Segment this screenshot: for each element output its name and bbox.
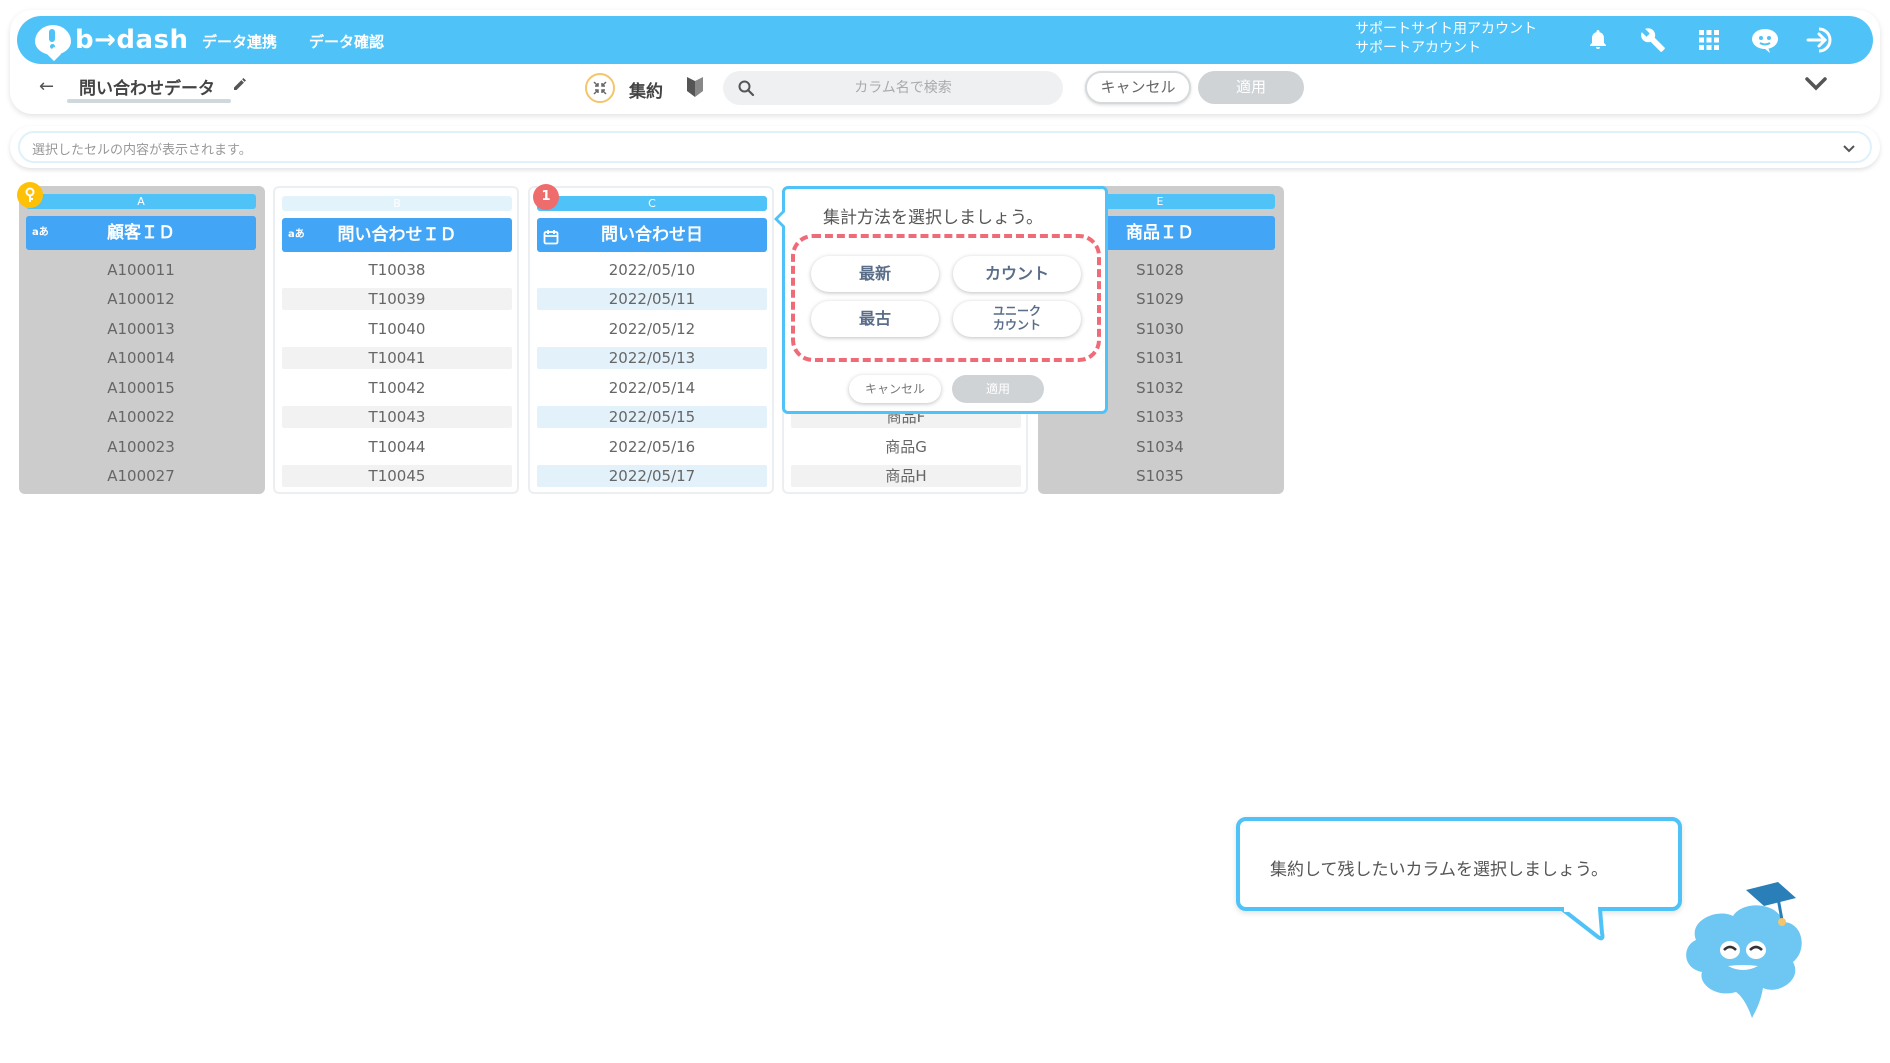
table-cell[interactable]: T10039 bbox=[282, 288, 512, 310]
step-number-badge: 1 bbox=[533, 184, 559, 210]
column-header-label: 商品ＩＤ bbox=[1126, 223, 1194, 243]
column-header-label: 問い合わせＩＤ bbox=[337, 225, 457, 245]
logo-bubble-icon bbox=[35, 25, 71, 55]
table-cell[interactable]: 2022/05/16 bbox=[537, 436, 767, 458]
table-cell[interactable]: 2022/05/10 bbox=[537, 259, 767, 281]
logout-icon[interactable] bbox=[1805, 24, 1837, 56]
column-header[interactable]: 問い合わせ日 bbox=[537, 218, 767, 252]
table-cell[interactable]: A100022 bbox=[26, 406, 256, 428]
pencil-icon[interactable] bbox=[232, 76, 248, 96]
table-cell[interactable]: A100011 bbox=[26, 259, 256, 281]
table-cell[interactable]: 2022/05/15 bbox=[537, 406, 767, 428]
title-underline bbox=[67, 99, 231, 103]
table-cell[interactable]: A100012 bbox=[26, 288, 256, 310]
table-cell[interactable]: 商品H bbox=[791, 465, 1021, 487]
option-latest-button[interactable]: 最新 bbox=[811, 256, 939, 292]
app-root: b→dash データ連携 データ確認 サポートサイト用アカウント サポートアカウ… bbox=[0, 0, 1890, 1063]
highlight-dashed-box: 最新 カウント 最古 ユニーク カウント bbox=[791, 234, 1101, 362]
table-cell[interactable]: T10042 bbox=[282, 377, 512, 399]
popup-cancel-button[interactable]: キャンセル bbox=[849, 375, 941, 403]
column-letter: A bbox=[26, 194, 256, 209]
search-icon bbox=[737, 79, 755, 101]
column-header-label: 問い合わせ日 bbox=[601, 225, 703, 245]
column-search-box[interactable] bbox=[723, 71, 1063, 105]
column-c[interactable]: C 1 問い合わせ日 2022/05/10 2022/05/11 2022/05… bbox=[528, 184, 774, 494]
toolbar: ← 問い合わせデータ 集約 キャンセル 適用 bbox=[17, 68, 1873, 108]
key-icon bbox=[17, 182, 43, 208]
toolbar-apply-button[interactable]: 適用 bbox=[1198, 71, 1304, 104]
option-unique-count-button[interactable]: ユニーク カウント bbox=[953, 301, 1081, 337]
toolbar-cancel-button[interactable]: キャンセル bbox=[1085, 71, 1191, 104]
mascot-icon bbox=[1686, 882, 1802, 1018]
column-letter: C bbox=[537, 196, 767, 211]
option-oldest-button[interactable]: 最古 bbox=[811, 301, 939, 337]
chevron-down-icon[interactable] bbox=[1803, 74, 1829, 98]
tooltip-tail bbox=[1560, 907, 1605, 941]
popup-title: 集計方法を選択しましょう。 bbox=[823, 208, 1043, 228]
account-info[interactable]: サポートサイト用アカウント サポートアカウント bbox=[1355, 20, 1537, 58]
column-search-input[interactable] bbox=[763, 71, 1043, 105]
table-cell[interactable]: 2022/05/17 bbox=[537, 465, 767, 487]
account-line-1: サポートサイト用アカウント bbox=[1355, 21, 1537, 37]
nav-data-integration[interactable]: データ連携 bbox=[202, 31, 277, 52]
guide-tooltip: 集約して残したいカラムを選択しましょう。 bbox=[1236, 817, 1682, 911]
table-cell[interactable]: T10041 bbox=[282, 347, 512, 369]
table-cell[interactable]: A100013 bbox=[26, 318, 256, 340]
table-cell[interactable]: A100027 bbox=[26, 465, 256, 487]
beginner-mark-icon[interactable] bbox=[685, 75, 705, 103]
table-cell[interactable]: A100023 bbox=[26, 436, 256, 458]
cell-content-field[interactable]: 選択したセルの内容が表示されます。 bbox=[18, 131, 1872, 163]
table-cell[interactable]: T10038 bbox=[282, 259, 512, 281]
column-header-label: 顧客ＩＤ bbox=[107, 223, 175, 243]
column-header[interactable]: aあ 顧客ＩＤ bbox=[26, 216, 256, 250]
top-nav-bar: b→dash データ連携 データ確認 サポートサイト用アカウント サポートアカウ… bbox=[17, 16, 1873, 64]
table-cell[interactable]: A100015 bbox=[26, 377, 256, 399]
table-cell[interactable]: 2022/05/14 bbox=[537, 377, 767, 399]
option-count-button[interactable]: カウント bbox=[953, 256, 1081, 292]
aggregation-method-popup: 集計方法を選択しましょう。 最新 カウント 最古 ユニーク カウント キャンセル… bbox=[774, 186, 1108, 414]
table-cell[interactable]: T10044 bbox=[282, 436, 512, 458]
aggregate-label: 集約 bbox=[629, 82, 663, 102]
dataset-title[interactable]: 問い合わせデータ bbox=[79, 74, 215, 99]
logo-text: b→dash bbox=[75, 25, 189, 55]
column-letter: B bbox=[282, 196, 512, 211]
table-cell[interactable]: A100014 bbox=[26, 347, 256, 369]
aggregate-mode-icon[interactable] bbox=[585, 73, 615, 103]
table-cell[interactable]: 2022/05/13 bbox=[537, 347, 767, 369]
calendar-icon bbox=[543, 226, 559, 260]
column-header[interactable]: aあ 問い合わせＩＤ bbox=[282, 218, 512, 252]
text-type-icon: aあ bbox=[288, 229, 305, 240]
bell-icon[interactable] bbox=[1582, 24, 1614, 56]
table-cell[interactable]: 2022/05/12 bbox=[537, 318, 767, 340]
popup-apply-button[interactable]: 適用 bbox=[952, 375, 1044, 403]
logo[interactable]: b→dash bbox=[35, 22, 189, 58]
back-arrow-icon[interactable]: ← bbox=[39, 76, 54, 97]
table-cell[interactable]: T10043 bbox=[282, 406, 512, 428]
table-cell[interactable]: T10045 bbox=[282, 465, 512, 487]
wrench-icon[interactable] bbox=[1637, 24, 1669, 56]
column-b[interactable]: B aあ 問い合わせＩＤ T10038 T10039 T10040 T10041… bbox=[273, 186, 519, 494]
table-cell[interactable]: T10040 bbox=[282, 318, 512, 340]
mascot-help-icon[interactable] bbox=[1749, 24, 1781, 56]
table-cell[interactable]: S1035 bbox=[1045, 465, 1275, 487]
cell-content-placeholder: 選択したセルの内容が表示されます。 bbox=[32, 143, 252, 158]
table-cell[interactable]: S1034 bbox=[1045, 436, 1275, 458]
nav-data-check[interactable]: データ確認 bbox=[309, 31, 384, 52]
text-type-icon: aあ bbox=[32, 227, 49, 238]
cell-content-bar: 選択したセルの内容が表示されます。 bbox=[10, 126, 1880, 168]
guide-tooltip-text: 集約して残したいカラムを選択しましょう。 bbox=[1270, 860, 1608, 880]
column-a[interactable]: A aあ 顧客ＩＤ A100011 A100012 A100013 A10001… bbox=[17, 182, 265, 494]
chevron-down-icon[interactable] bbox=[1842, 140, 1856, 159]
table-cell[interactable]: 2022/05/11 bbox=[537, 288, 767, 310]
account-line-2: サポートアカウント bbox=[1355, 40, 1481, 56]
apps-grid-icon[interactable] bbox=[1693, 24, 1725, 56]
table-cell[interactable]: 商品G bbox=[791, 436, 1021, 458]
